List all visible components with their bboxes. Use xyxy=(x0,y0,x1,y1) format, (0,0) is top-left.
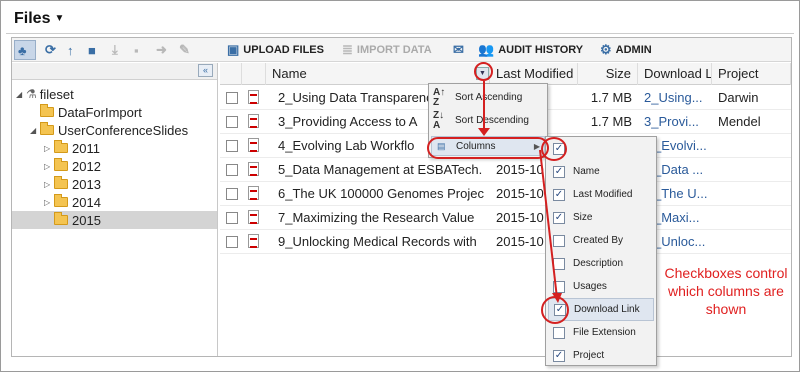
annotation-text: Checkboxes control which columns are sho… xyxy=(664,265,788,317)
annotation-arrow-line-2 xyxy=(539,149,558,299)
annotation-circle-download-link xyxy=(541,296,569,324)
